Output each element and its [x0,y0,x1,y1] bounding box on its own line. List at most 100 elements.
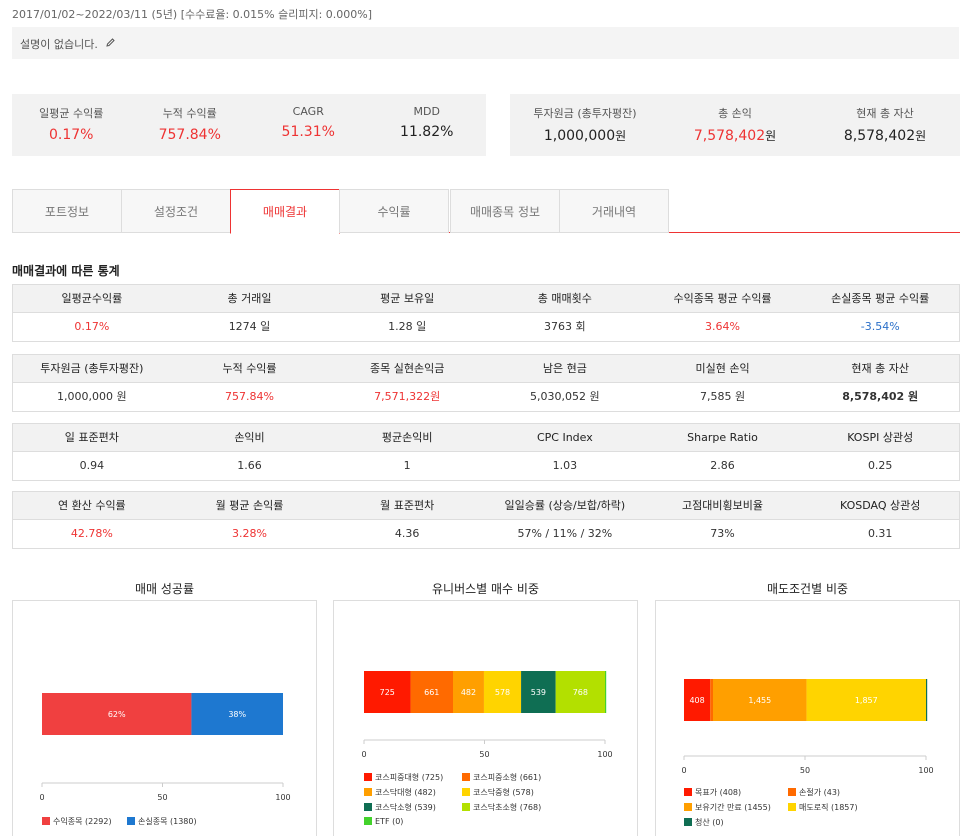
stat-header: 일평균수익률 [61,292,123,305]
stat-value: 1,000,000 원 [57,390,127,403]
legend-swatch [364,803,372,811]
stat-header: 연 환산 수익률 [57,499,126,512]
stat-header: 평균손익비 [381,431,433,444]
chart-title-win-rate: 매매 성공률 [134,582,194,596]
stat-value: 3.28% [232,527,267,540]
bar-segment-label: 38% [228,710,246,719]
bar-segment-label: 482 [461,688,476,697]
section-title: 매매결과에 따른 통계 [12,264,120,278]
legend-swatch [127,817,135,825]
stat-value: -3.54% [860,320,900,333]
chart-title-sell-condition: 매도조건별 비중 [766,582,849,596]
legend-label: 코스피중소형 (661) [473,773,542,782]
stat-value: 1.28 일 [388,320,427,333]
stats-table-1: 일평균수익률 총 거래일 평균 보유일 총 매매횟수 수익종목 평균 수익률 손… [12,284,960,342]
summary-label: 총 손익 [718,107,752,120]
legend-swatch [788,788,796,796]
legend-item[interactable]: 손절가 (43) [788,787,840,798]
summary-cell: 누적 수익률 757.84% [131,94,250,156]
chart-sell-condition: 408 1,455 1,857 0 50 100 목표가 (408) 손절가 (43) 보유기… [655,600,960,836]
legend-item[interactable]: 목표가 (408) [684,787,741,798]
x-tick-label: 50 [157,793,167,802]
stat-value: 1.03 [552,459,578,472]
stat-value: 7,571,322원 [374,390,441,403]
legend-item[interactable]: 코스피중대형 (725) [364,772,443,783]
legend-label: 코스닥소형 (539) [375,803,436,812]
stat-value: 5,030,052 원 [530,390,600,403]
tab-stock-info[interactable]: 매매종목 정보 [450,189,560,233]
stat-value: 0.17% [74,320,110,333]
legend-label: 코스닥대형 (482) [375,788,436,797]
chart-title-universe: 유니버스별 매수 비중 [432,582,539,596]
stat-value: 0.25 [867,459,893,472]
stat-value: 42.78% [70,527,113,540]
legend-swatch [684,818,692,826]
summary-value: 11.82% [400,124,454,140]
legend-label: 목표가 (408) [695,788,742,797]
stat-header: KOSDAQ 상관성 [840,499,921,512]
stat-header: 월 표준편차 [380,499,435,512]
bar-segment-label: 539 [531,688,546,697]
legend-label: 수익종목 (2292) [53,817,112,826]
stat-value: 2.86 [710,459,735,472]
summary-cell: CAGR 51.31% [249,94,368,156]
tab-trade-history[interactable]: 거래내역 [559,189,669,233]
tab-trade-results[interactable]: 매매결과 [230,189,340,234]
x-tick-label: 100 [597,750,612,759]
legend-label: 매도로직 (1857) [799,803,858,812]
legend-label: 손실종목 (1380) [138,817,197,826]
stats-table-4: 연 환산 수익률 월 평균 손익률 월 표준편차 일일승률 (상승/보합/하락)… [12,491,960,549]
stat-header: 총 매매횟수 [537,292,592,305]
stat-header: 고점대비횡보비율 [682,499,763,512]
stat-header: 총 거래일 [227,292,272,305]
bar-segment [710,679,714,721]
stat-header: Sharpe Ratio [687,431,758,444]
bar-segment-label: 725 [380,688,395,697]
legend-item[interactable]: ETF (0) [364,817,403,826]
stat-header: CPC Index [536,431,593,444]
legend-swatch [788,803,796,811]
legend-item[interactable]: 코스피중소형 (661) [462,772,541,783]
legend-swatch [684,788,692,796]
stat-header: 일 표준편차 [64,431,119,444]
legend-item[interactable]: 코스닥소형 (539) [364,802,436,813]
legend-swatch [364,817,372,825]
summary-value: 7,578,402원 [693,128,777,144]
summary-value: 1,000,000원 [543,128,627,144]
legend-item[interactable]: 수익종목 (2292) [42,816,112,827]
legend-item[interactable]: 코스닥중형 (578) [462,787,534,798]
x-tick-label: 0 [681,766,686,775]
x-tick-label: 0 [361,750,366,759]
stat-header: 종목 실현손익금 [370,362,445,375]
summary-cell: 총 손익 7,578,402원 [660,94,810,156]
legend-item[interactable]: 청산 (0) [684,817,724,828]
result-tabs: 포트정보 설정조건 매매결과 수익률 매매종목 정보 거래내역 [12,189,960,234]
legend-item[interactable]: 매도로직 (1857) [788,802,858,813]
pencil-icon[interactable] [105,37,116,51]
tab-portfolio-info[interactable]: 포트정보 [12,189,122,233]
legend-item[interactable]: 보유기간 만료 (1455) [684,802,771,813]
summary-value: 51.31% [281,124,335,140]
bar-segment-label: 1,857 [855,696,878,705]
x-tick-label: 50 [479,750,489,759]
legend-swatch [462,803,470,811]
stat-value: 73% [710,527,735,540]
stat-value: 0.31 [867,527,893,540]
legend-item[interactable]: 손실종목 (1380) [127,816,197,827]
summary-cell: 투자원금 (총투자평잔) 1,000,000원 [510,94,660,156]
tab-returns[interactable]: 수익률 [339,189,449,233]
legend-item[interactable]: 코스닥초소형 (768) [462,802,541,813]
legend-label: 코스닥초소형 (768) [473,803,542,812]
legend-swatch [364,788,372,796]
stats-table-2: 투자원금 (총투자평잔) 누적 수익률 종목 실현손익금 남은 현금 미실현 손… [12,354,960,412]
legend-item[interactable]: 코스닥대형 (482) [364,787,436,798]
tab-settings[interactable]: 설정조건 [121,189,231,233]
bar-segment-label: 768 [573,688,588,697]
chart-svg: 62% 38% 0 50 100 [39,693,291,802]
bar-segment-label: 661 [424,688,439,697]
stat-value: 1274 일 [228,320,271,333]
backtest-period: 2017/01/02~2022/03/11 (5년) [수수료율: 0.015%… [12,8,373,21]
summary-label: 현재 총 자산 [856,107,914,120]
legend-swatch [684,803,692,811]
summary-returns: 일평균 수익률 0.17% 누적 수익률 757.84% CAGR 51.31% MD… [12,94,486,156]
